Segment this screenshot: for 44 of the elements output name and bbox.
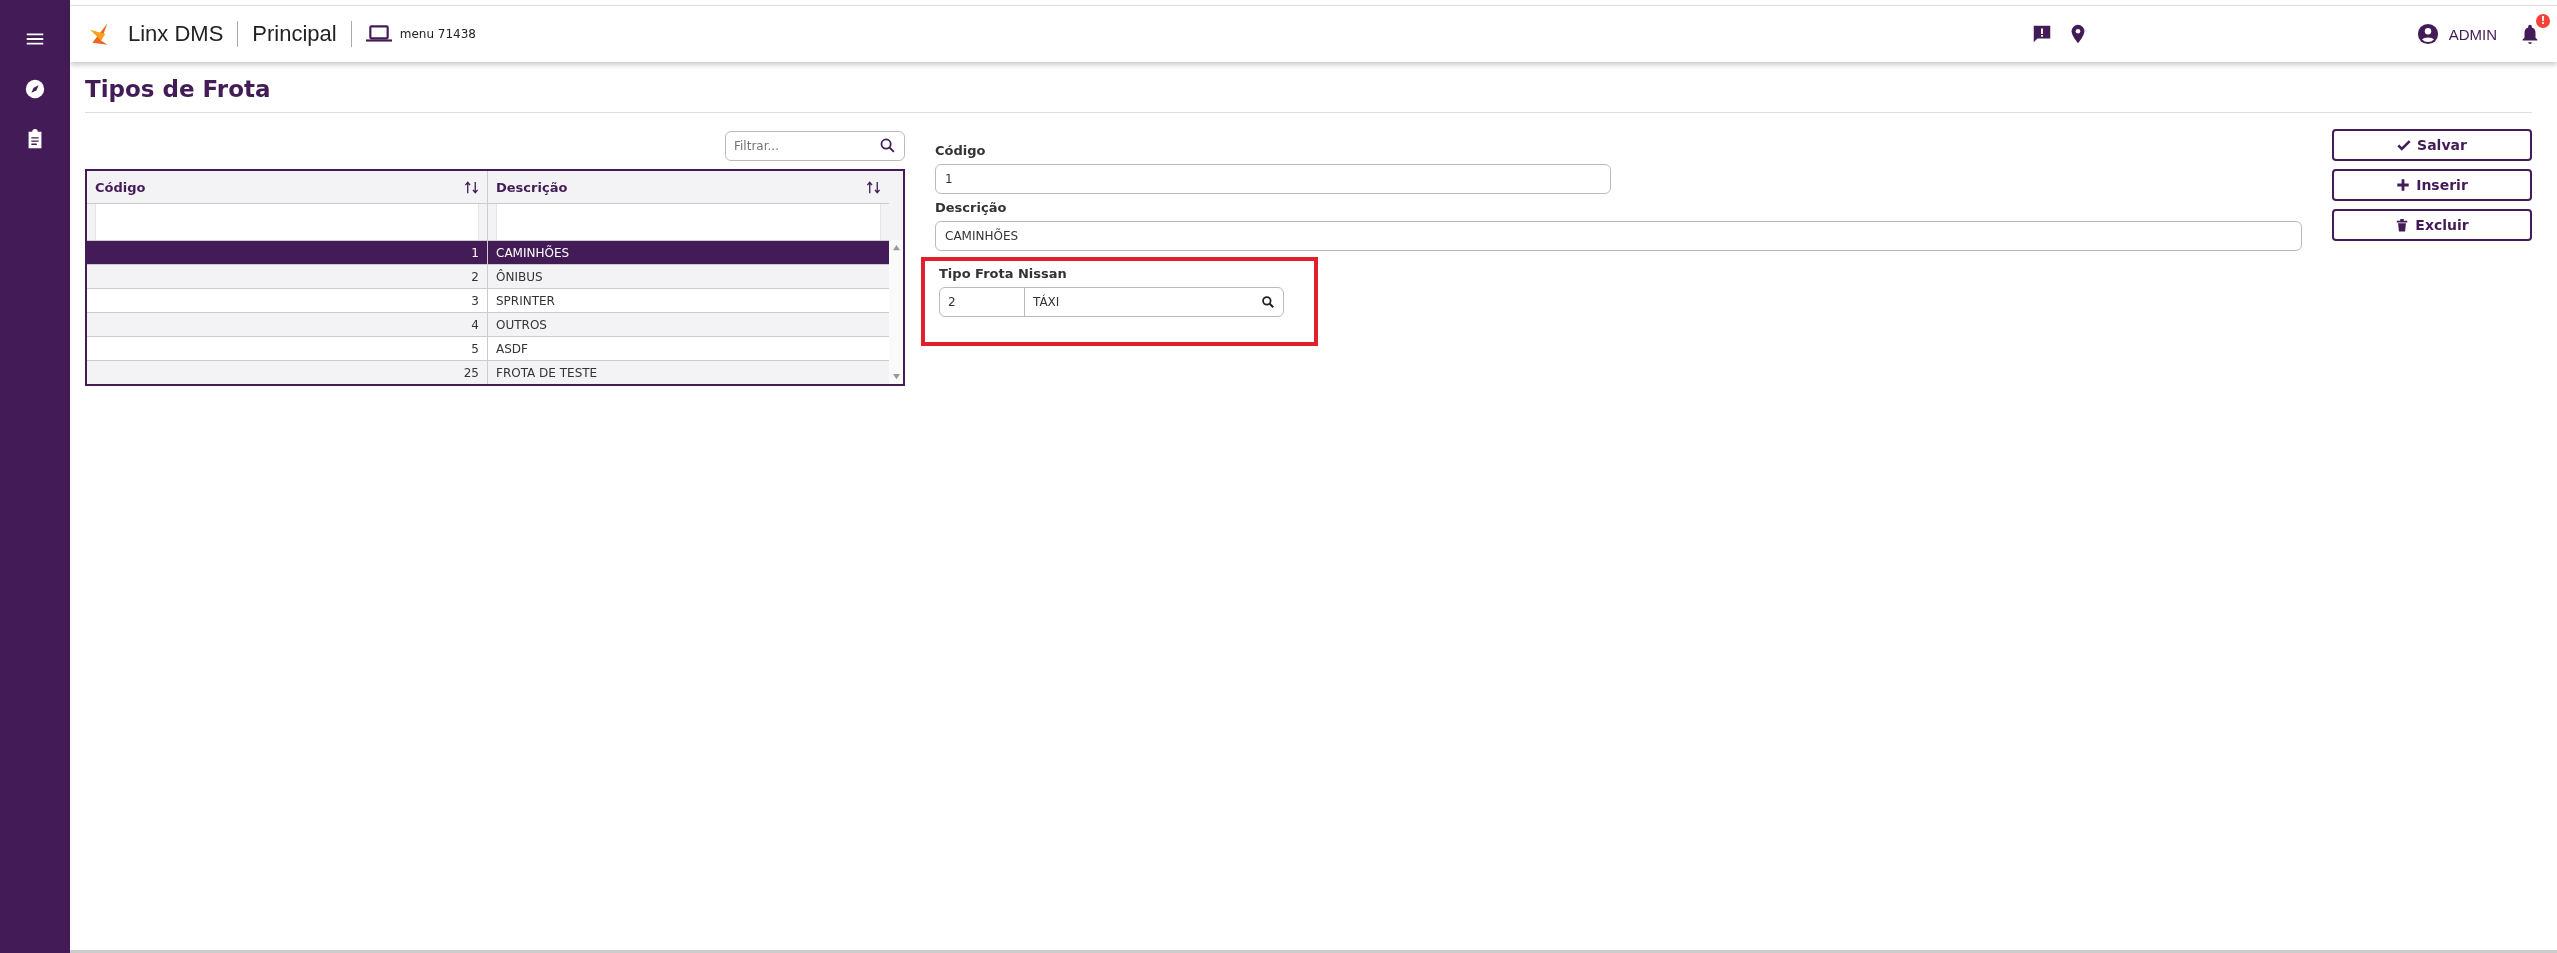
check-icon <box>2397 138 2412 152</box>
user-avatar-icon[interactable] <box>2416 23 2439 45</box>
compass-icon[interactable] <box>24 78 46 100</box>
table-row[interactable]: 2 ÔNIBUS <box>87 264 889 288</box>
search-icon[interactable] <box>879 137 896 154</box>
text-field[interactable]: CAMINHÕES <box>935 221 2302 251</box>
table-cell: 25 <box>87 361 488 384</box>
trash-icon <box>2395 218 2410 232</box>
table-cell-text: ASDF <box>495 340 529 358</box>
filter-field[interactable]: Filtrar... <box>725 131 905 161</box>
column-title: Descrição <box>496 179 568 195</box>
page-title: Tipos de Frota <box>85 76 272 102</box>
table-row[interactable]: 5 ASDF <box>87 336 889 360</box>
sort-icon[interactable] <box>866 179 881 195</box>
column-title: Código <box>95 179 146 195</box>
table-row[interactable]: 4 OUTROS <box>87 312 889 336</box>
field-label: Código <box>935 143 987 158</box>
brand-name: Linx DMS <box>128 21 224 47</box>
column-filter-field[interactable] <box>496 204 881 240</box>
notification-badge: ! <box>2536 14 2550 28</box>
laptop-icon <box>365 25 392 43</box>
table-row[interactable]: 3 SPRINTER <box>87 288 889 312</box>
scroll-down-icon[interactable] <box>891 373 901 380</box>
user-name[interactable]: ADMIN <box>2448 25 2497 43</box>
action-button[interactable]: Excluir <box>2332 209 2532 241</box>
table-cell-text: CAMINHÕES <box>495 244 571 262</box>
action-button[interactable]: Salvar <box>2332 129 2532 161</box>
table-row[interactable]: 1 CAMINHÕES <box>87 240 889 264</box>
field-label: Tipo Frota Nissan <box>939 266 1068 281</box>
module-name: Principal <box>252 21 337 47</box>
action-button[interactable]: Inserir <box>2332 169 2532 201</box>
scroll-up-icon[interactable] <box>891 244 901 251</box>
scrollbar[interactable] <box>889 240 903 384</box>
plus-icon <box>2396 178 2411 192</box>
text-field[interactable]: 1 <box>935 164 1611 194</box>
table-cell-text: ÔNIBUS <box>495 268 544 286</box>
menu-label: menu 71438 <box>399 27 476 41</box>
table-cell-text: SPRINTER <box>495 292 556 310</box>
field-label: Descrição <box>935 200 1008 215</box>
table-cell-text: OUTROS <box>495 316 548 334</box>
column-filter-field[interactable] <box>95 204 479 240</box>
sort-icon[interactable] <box>464 179 479 195</box>
table-cell-text: FROTA DE TESTE <box>495 364 599 382</box>
table-row[interactable]: 25 FROTA DE TESTE <box>87 360 889 384</box>
